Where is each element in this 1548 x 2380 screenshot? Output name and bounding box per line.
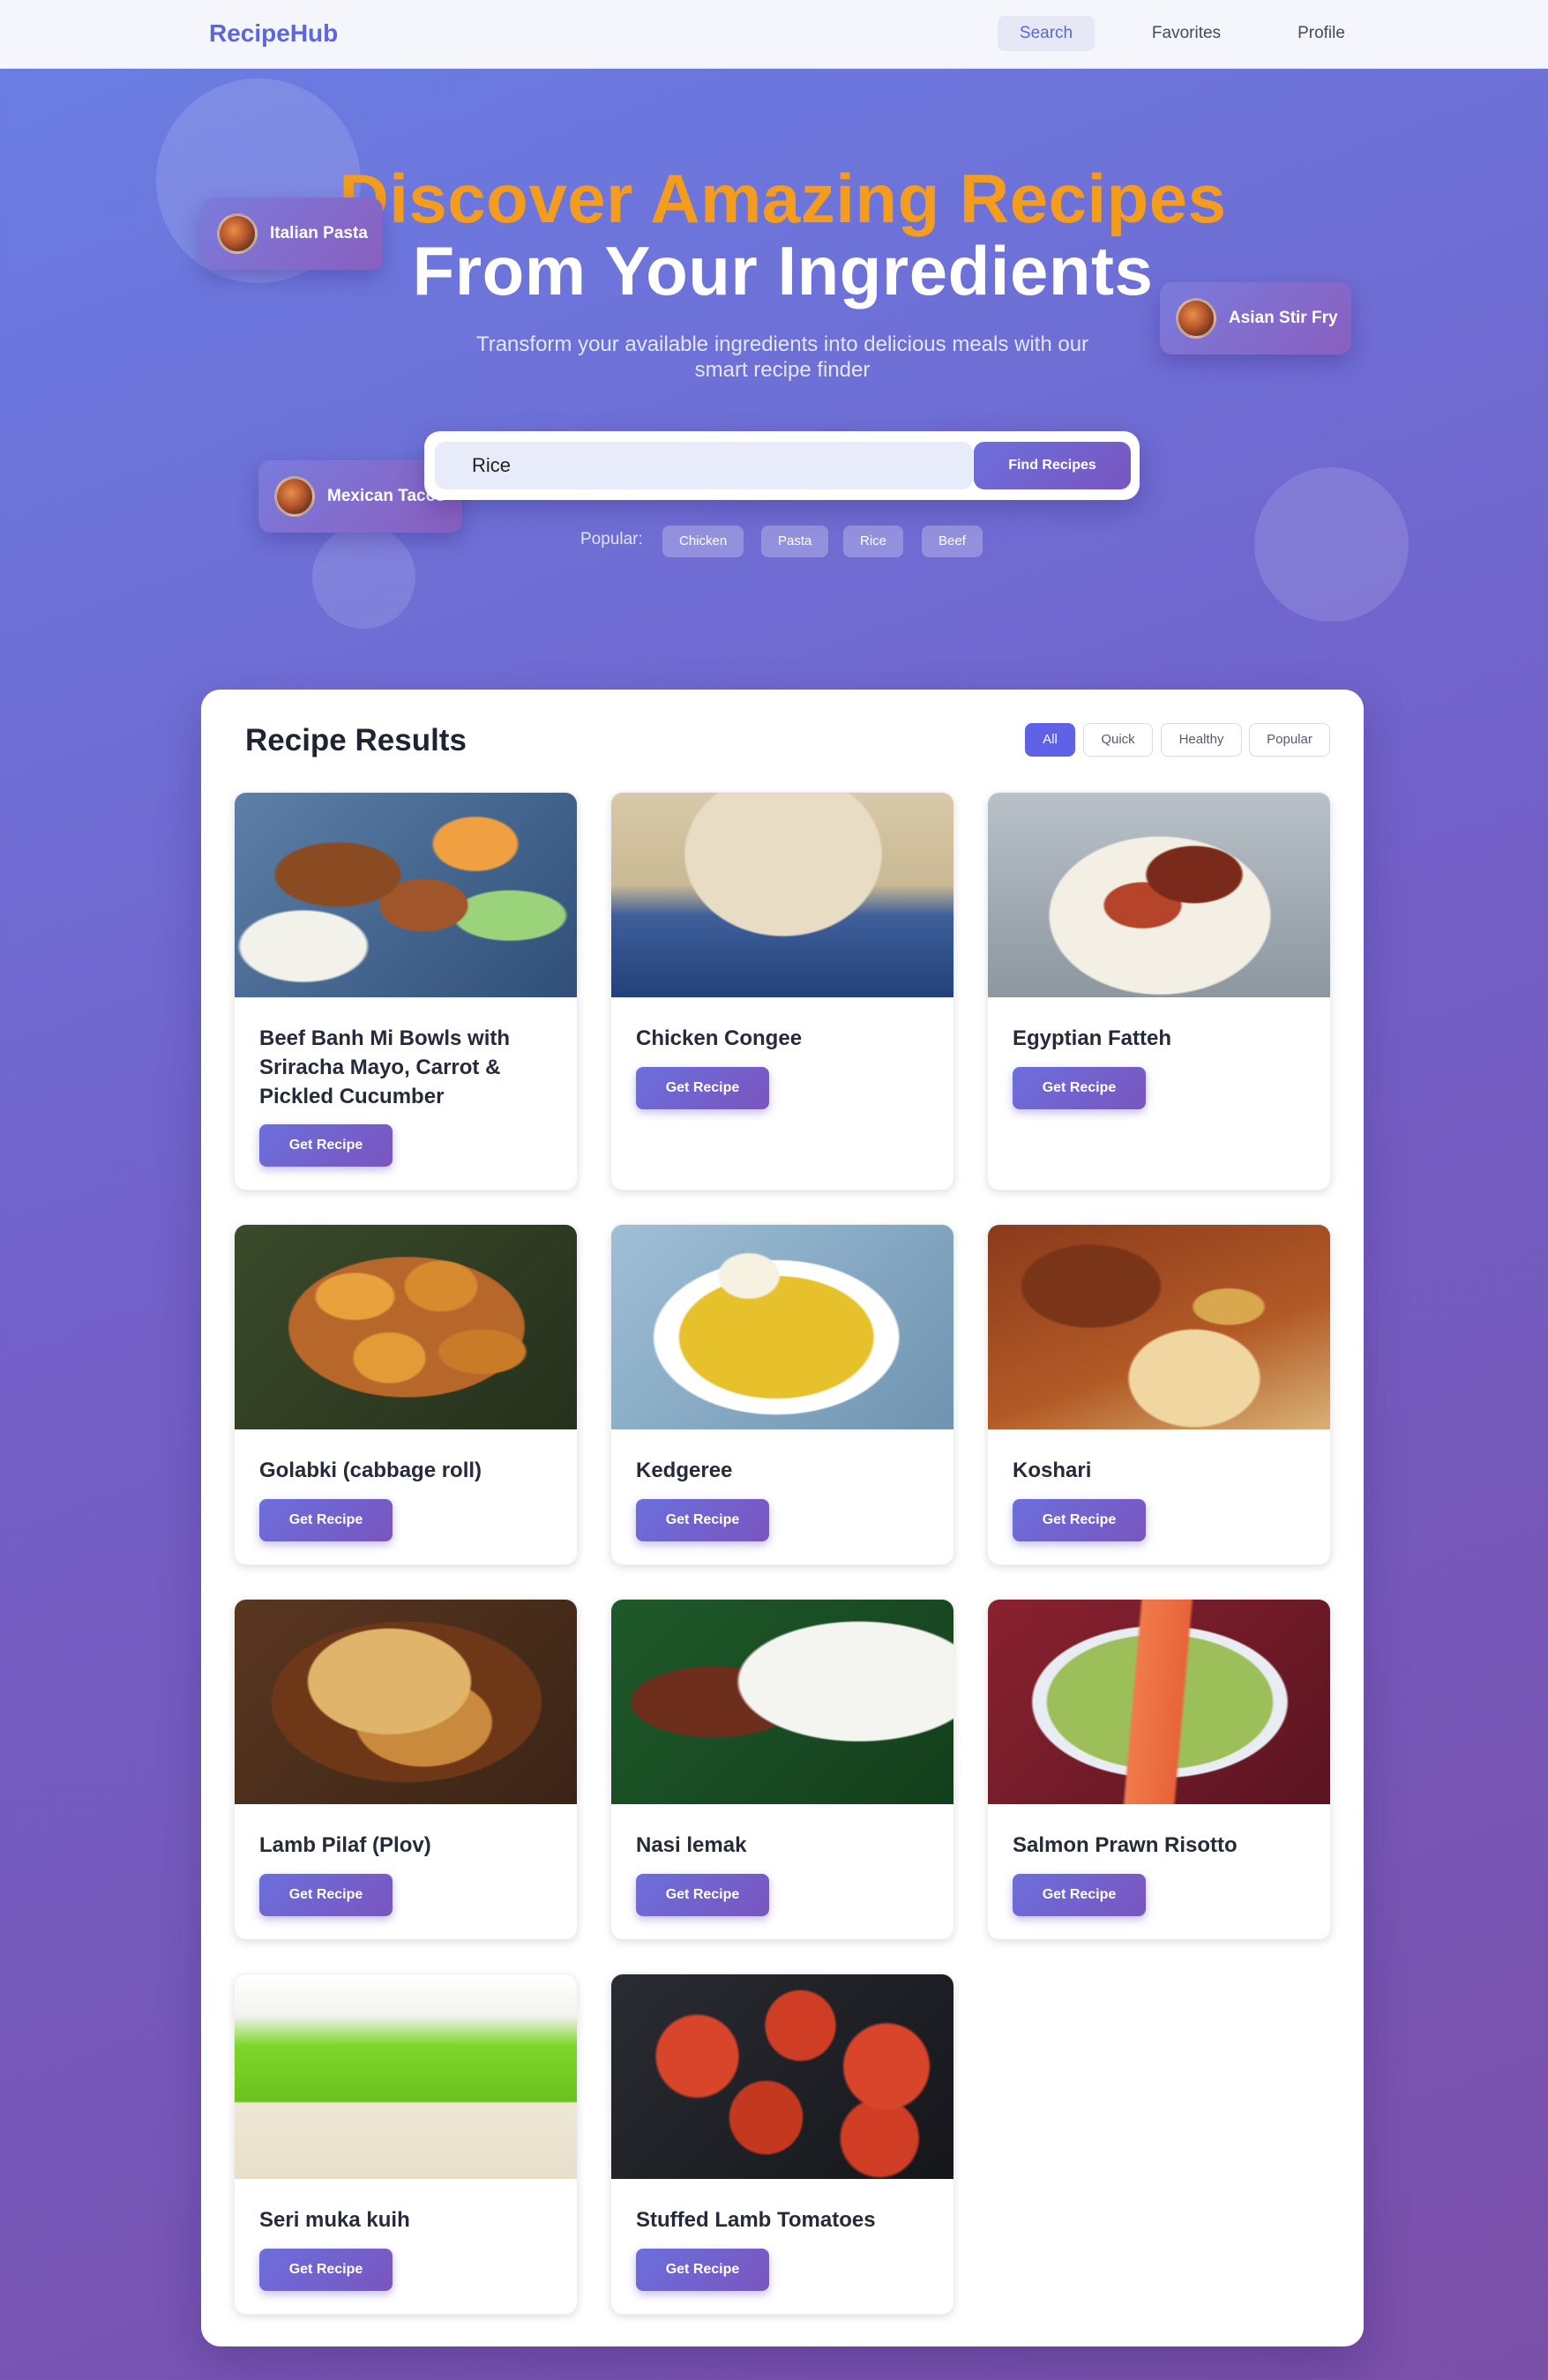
recipe-image[interactable] [611, 1225, 953, 1429]
recipe-results-panel: Recipe Results All Quick Healthy Popular… [201, 690, 1364, 2346]
recipe-card[interactable]: Stuffed Lamb Tomatoes Get Recipe [610, 1973, 954, 2315]
floating-card-asian-stir-fry: Asian Stir Fry [1160, 282, 1351, 354]
nav-search[interactable]: Search [998, 16, 1095, 51]
get-recipe-button[interactable]: Get Recipe [259, 1874, 393, 1916]
recipe-title: Lamb Pilaf (Plov) [259, 1833, 431, 1857]
recipe-card[interactable]: Salmon Prawn Risotto Get Recipe [987, 1599, 1331, 1940]
recipe-image[interactable] [988, 793, 1330, 997]
filter-healthy[interactable]: Healthy [1161, 723, 1242, 757]
popular-chip-beef[interactable]: Beef [922, 526, 983, 557]
nav-favorites[interactable]: Favorites [1137, 20, 1236, 52]
results-title: Recipe Results [245, 723, 467, 757]
get-recipe-button[interactable]: Get Recipe [636, 1499, 769, 1541]
get-recipe-button[interactable]: Get Recipe [1013, 1067, 1146, 1109]
get-recipe-button[interactable]: Get Recipe [1013, 1499, 1146, 1541]
recipe-image[interactable] [235, 1600, 577, 1804]
stir-fry-thumbnail [1176, 298, 1216, 339]
get-recipe-button[interactable]: Get Recipe [636, 2249, 769, 2291]
recipe-card[interactable]: Nasi lemak Get Recipe [610, 1599, 954, 1940]
recipe-title: Golabki (cabbage roll) [259, 1459, 482, 1482]
find-recipes-button[interactable]: Find Recipes [974, 442, 1131, 489]
recipe-card[interactable]: Beef Banh Mi Bowls with Sriracha Mayo, C… [234, 792, 578, 1190]
navbar: RecipeHub Search Favorites Profile [0, 0, 1548, 69]
get-recipe-button[interactable]: Get Recipe [636, 1067, 769, 1109]
decor-bubble [1254, 467, 1409, 622]
recipe-title: Egyptian Fatteh [1013, 1026, 1172, 1050]
recipe-card[interactable]: Golabki (cabbage roll) Get Recipe [234, 1224, 578, 1565]
ingredient-search-input[interactable] [435, 442, 973, 489]
recipe-title: Kedgeree [636, 1459, 733, 1482]
recipe-card[interactable]: Kedgeree Get Recipe [610, 1224, 954, 1565]
get-recipe-button[interactable]: Get Recipe [1013, 1874, 1146, 1916]
recipe-image[interactable] [988, 1600, 1330, 1804]
filter-popular[interactable]: Popular [1249, 723, 1330, 757]
popular-chip-pasta[interactable]: Pasta [761, 526, 829, 557]
filter-all[interactable]: All [1025, 723, 1075, 757]
recipe-image[interactable] [611, 793, 953, 997]
popular-label: Popular: [580, 530, 643, 548]
recipe-title: Koshari [1013, 1459, 1092, 1482]
brand-logo[interactable]: RecipeHub [209, 19, 338, 48]
recipe-image[interactable] [611, 1600, 953, 1804]
floating-card-label: Italian Pasta [270, 224, 368, 242]
nav-profile[interactable]: Profile [1275, 20, 1367, 52]
recipe-title: Chicken Congee [636, 1026, 803, 1050]
floating-card-label: Asian Stir Fry [1229, 309, 1338, 327]
recipe-image[interactable] [988, 1225, 1330, 1429]
pasta-thumbnail [217, 213, 258, 254]
get-recipe-button[interactable]: Get Recipe [259, 1499, 393, 1541]
recipe-card[interactable]: Seri muka kuih Get Recipe [234, 1973, 578, 2315]
recipe-image[interactable] [235, 1974, 577, 2179]
recipe-card[interactable]: Egyptian Fatteh Get Recipe [987, 792, 1331, 1190]
recipe-title: Salmon Prawn Risotto [1013, 1833, 1238, 1857]
recipe-card[interactable]: Chicken Congee Get Recipe [610, 792, 954, 1190]
floating-card-italian-pasta: Italian Pasta [201, 198, 383, 270]
recipe-card[interactable]: Koshari Get Recipe [987, 1224, 1331, 1565]
search-bar: Find Recipes [424, 431, 1140, 500]
recipe-title: Beef Banh Mi Bowls with Sriracha Mayo, C… [259, 1026, 511, 1108]
popular-chip-chicken[interactable]: Chicken [662, 526, 744, 557]
hero-subtitle: Transform your available ingredients int… [475, 332, 1089, 382]
recipe-title: Stuffed Lamb Tomatoes [636, 2208, 876, 2232]
recipe-title: Nasi lemak [636, 1833, 747, 1857]
recipe-image[interactable] [235, 793, 577, 997]
filter-quick[interactable]: Quick [1083, 723, 1153, 757]
tacos-thumbnail [274, 476, 315, 517]
popular-chip-rice[interactable]: Rice [843, 526, 904, 557]
decor-bubble [312, 526, 415, 629]
recipe-image[interactable] [235, 1225, 577, 1429]
get-recipe-button[interactable]: Get Recipe [636, 1874, 769, 1916]
recipe-card[interactable]: Lamb Pilaf (Plov) Get Recipe [234, 1599, 578, 1940]
get-recipe-button[interactable]: Get Recipe [259, 2249, 393, 2291]
recipe-image[interactable] [611, 1974, 953, 2179]
recipe-title: Seri muka kuih [259, 2208, 410, 2232]
get-recipe-button[interactable]: Get Recipe [259, 1124, 393, 1167]
